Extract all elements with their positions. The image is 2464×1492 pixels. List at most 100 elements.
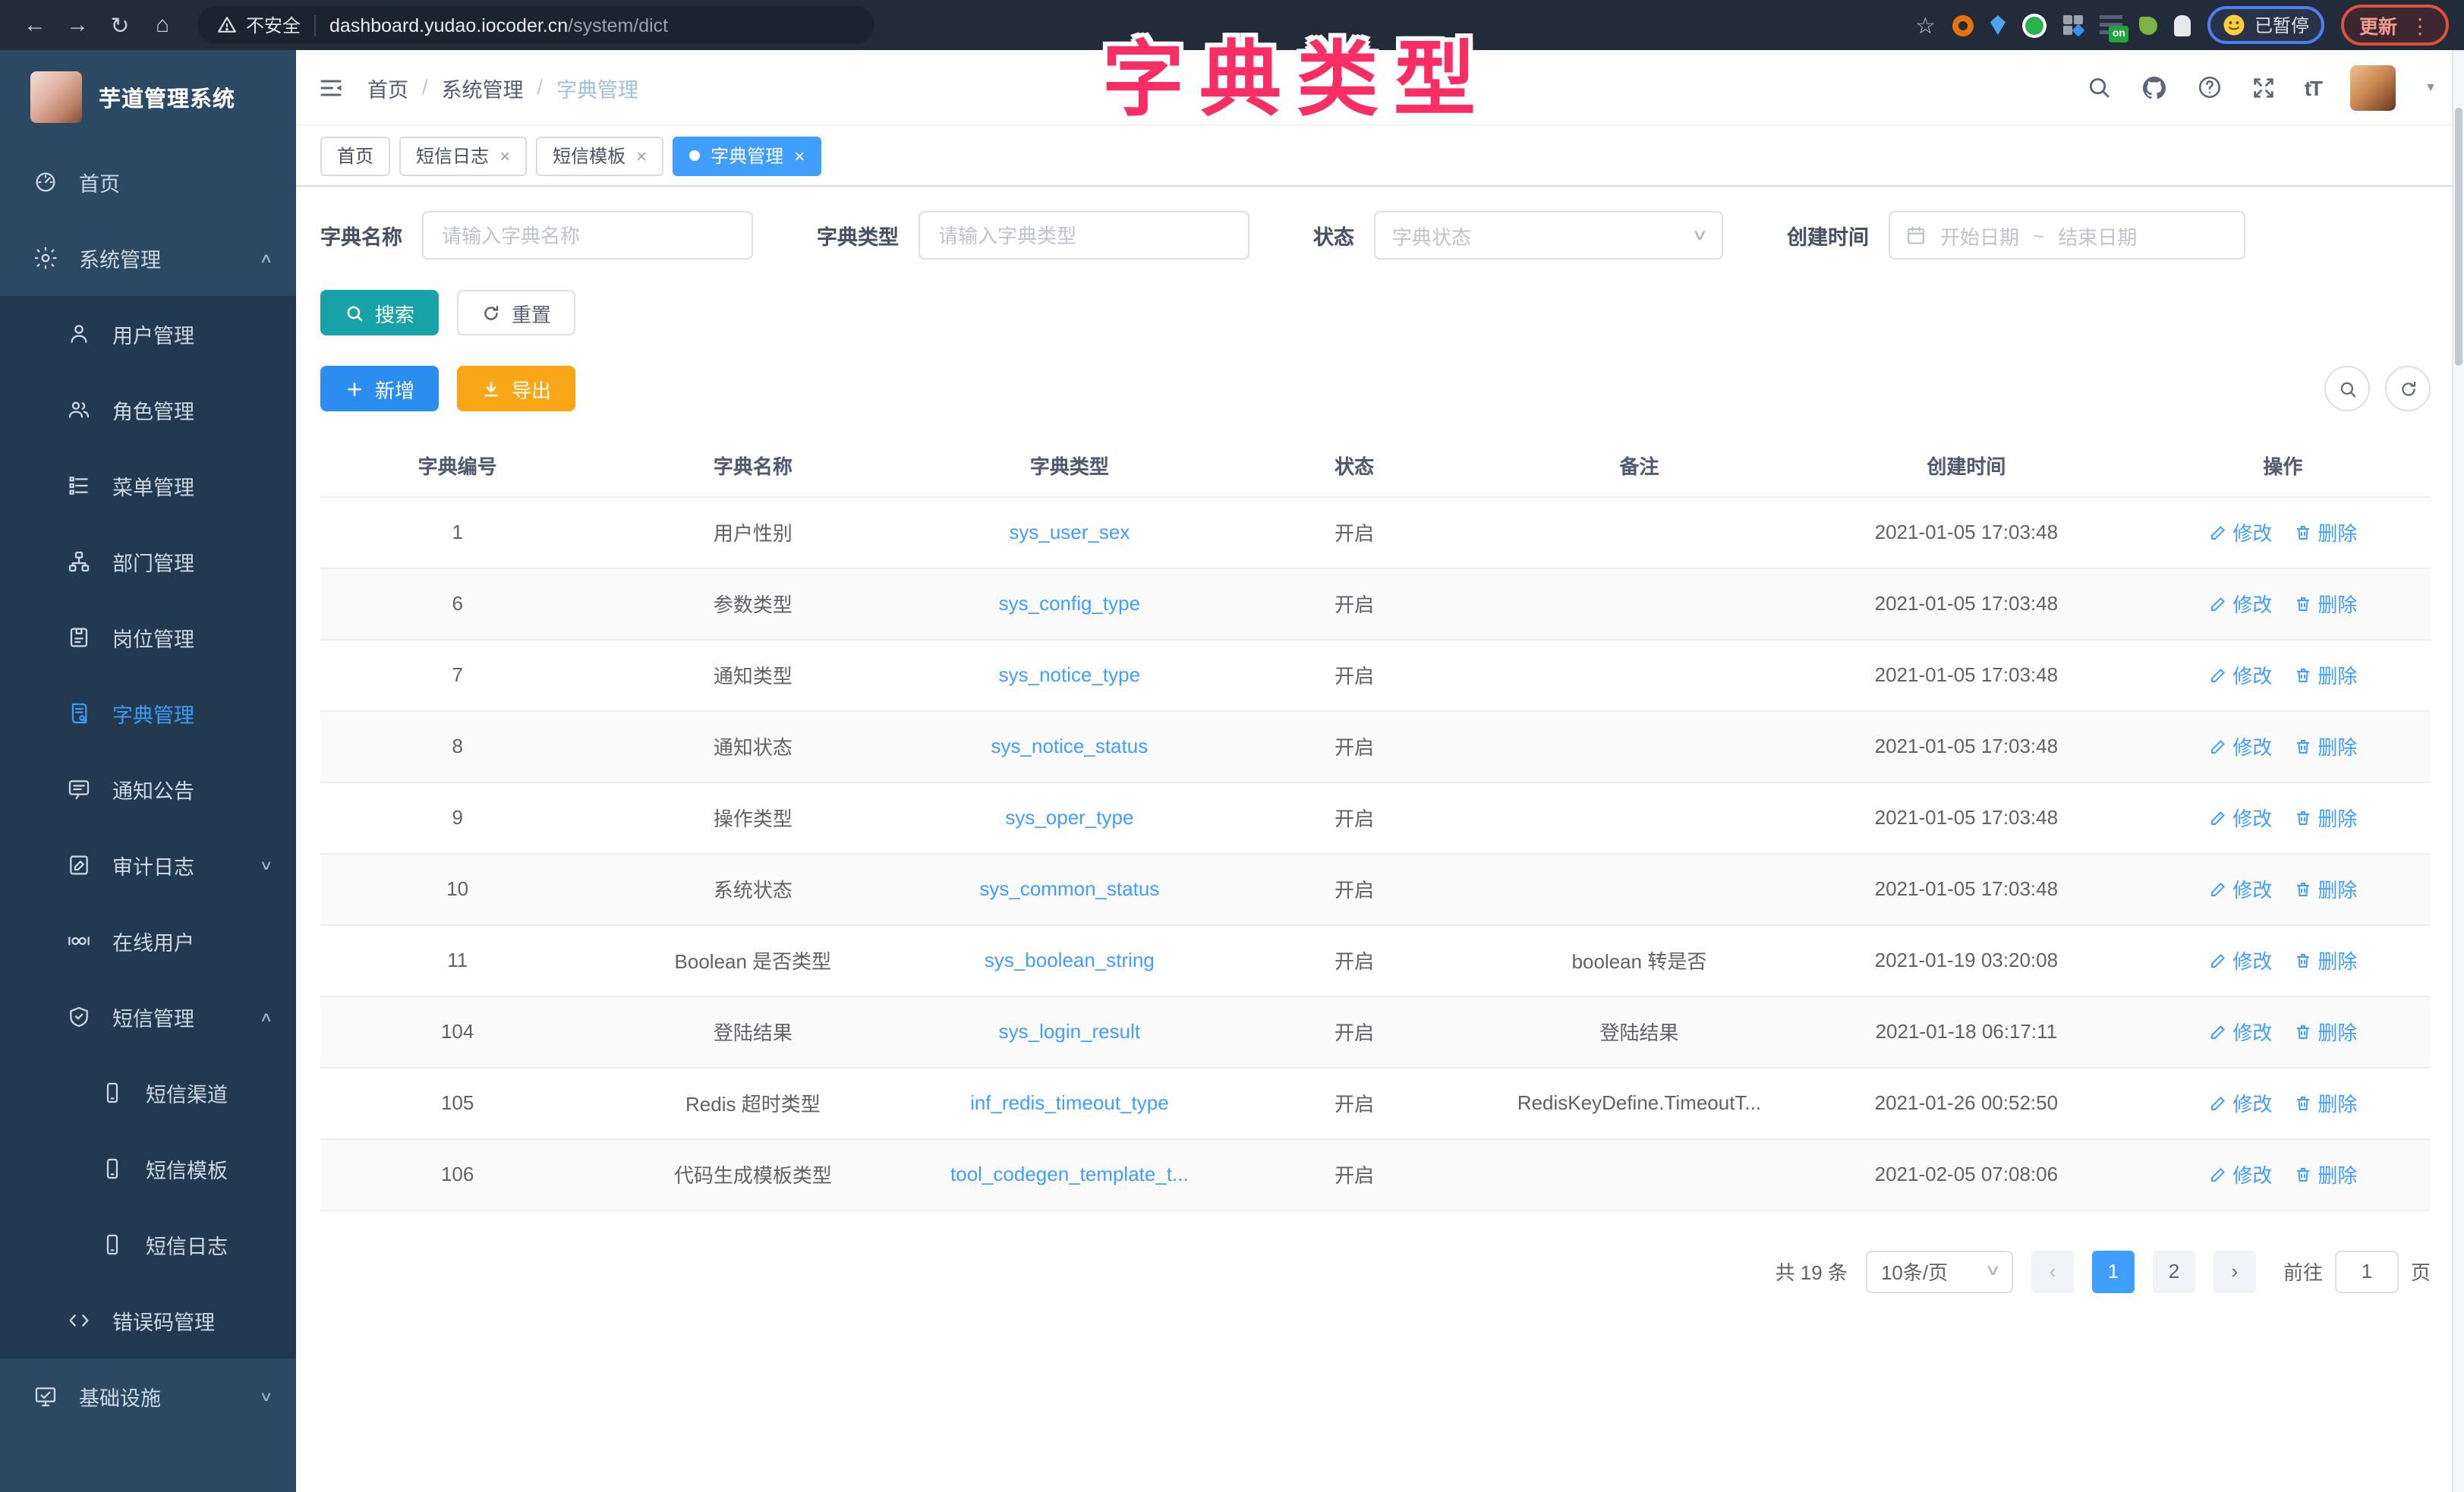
search-button[interactable]: 搜索 [320,290,439,335]
page-size-select[interactable]: 10条/页 ∨ [1866,1250,2013,1292]
tab-sms-template[interactable]: 短信模板 × [536,136,663,175]
dict-type-input[interactable] [918,211,1249,260]
extension-leaf-icon[interactable] [2139,16,2157,34]
edit-link[interactable]: 修改 [2208,589,2272,618]
refresh-table-button[interactable] [2385,366,2431,411]
page-1-button[interactable]: 1 [2092,1250,2135,1292]
page-2-button[interactable]: 2 [2153,1250,2195,1292]
extension-green-icon[interactable] [2022,13,2047,37]
delete-link[interactable]: 删除 [2293,660,2357,689]
browser-home-icon[interactable]: ⌂ [143,5,182,45]
paused-badge[interactable]: 已暂停 [2207,6,2324,44]
sidebar-item-sms-log[interactable]: 短信日志 [0,1207,296,1283]
extension-user-icon[interactable] [2174,14,2191,36]
help-icon[interactable] [2197,74,2223,100]
tab-home[interactable]: 首页 [320,136,390,175]
edit-link[interactable]: 修改 [2208,874,2272,903]
hide-search-button[interactable] [2324,366,2370,411]
browser-back-icon[interactable]: ← [15,5,55,45]
sidebar-item-menus[interactable]: 菜单管理 [0,448,296,524]
sidebar-item-error-codes[interactable]: 错误码管理 [0,1283,296,1358]
font-size-icon[interactable]: tT [2305,75,2321,99]
breadcrumb-home[interactable]: 首页 [367,72,408,102]
status-select[interactable]: 字典状态 ∨ [1374,211,1723,260]
update-button[interactable]: 更新 ⋮ [2341,5,2449,46]
close-icon[interactable]: × [499,146,510,165]
dict-type-link[interactable]: sys_common_status [979,877,1159,900]
edit-link[interactable]: 修改 [2208,660,2272,689]
sidebar-fold-icon[interactable] [317,74,345,101]
dict-type-link[interactable]: sys_oper_type [1005,806,1133,829]
browser-reload-icon[interactable]: ↻ [100,5,140,45]
fullscreen-icon[interactable] [2251,75,2276,99]
edit-link[interactable]: 修改 [2208,946,2272,974]
tab-dict-active[interactable]: 字典管理 × [673,136,821,175]
sidebar-item-infrastructure[interactable]: 基础设施 ∨ [0,1358,296,1434]
extension-gem-icon[interactable] [1990,15,2006,35]
page-scrollbar[interactable] [2452,50,2464,1492]
edit-link[interactable]: 修改 [2208,1160,2272,1188]
next-page-button[interactable]: › [2214,1250,2256,1292]
sidebar-item-home[interactable]: 首页 [0,144,296,220]
extension-orange-icon[interactable] [1952,14,1974,36]
edit-link[interactable]: 修改 [2208,1017,2272,1046]
sidebar-item-online-users[interactable]: 在线用户 [0,903,296,979]
sidebar-item-roles[interactable]: 角色管理 [0,372,296,448]
date-range-picker[interactable]: 开始日期 ~ 结束日期 [1889,211,2245,260]
delete-link[interactable]: 删除 [2293,518,2357,546]
close-icon[interactable]: × [636,146,647,165]
dict-type-link[interactable]: sys_login_result [999,1020,1140,1043]
delete-link[interactable]: 删除 [2293,1017,2357,1046]
add-button[interactable]: 新增 [320,366,439,411]
goto-page-input[interactable] [2335,1250,2399,1292]
edit-link[interactable]: 修改 [2208,518,2272,546]
sidebar-item-departments[interactable]: 部门管理 [0,524,296,600]
dict-type-link[interactable]: sys_notice_status [991,735,1149,757]
delete-link[interactable]: 删除 [2293,732,2357,760]
dict-name-input[interactable] [422,211,753,260]
tab-sms-log[interactable]: 短信日志 × [399,136,527,175]
reset-button[interactable]: 重置 [457,290,575,335]
sidebar-item-audit-log[interactable]: 审计日志 ∨ [0,827,296,903]
bookmark-star-icon[interactable]: ☆ [1915,11,1936,39]
logo[interactable]: 芋道管理系统 [0,50,296,144]
not-secure-warning[interactable]: 不安全 [217,12,301,38]
delete-link[interactable]: 删除 [2293,589,2357,618]
extension-switch-icon[interactable]: on [2100,15,2122,35]
dict-type-link[interactable]: sys_config_type [999,592,1140,615]
dict-type-link[interactable]: sys_user_sex [1009,521,1130,543]
dict-type-link[interactable]: sys_notice_type [999,663,1140,686]
close-icon[interactable]: × [794,146,805,165]
dict-type-link[interactable]: inf_redis_timeout_type [970,1091,1169,1114]
sidebar-item-posts[interactable]: 岗位管理 [0,600,296,675]
prev-page-button[interactable]: ‹ [2031,1250,2074,1292]
browser-menu-icon[interactable]: ⋮ [2409,14,2431,36]
delete-link[interactable]: 删除 [2293,1088,2357,1117]
github-icon[interactable] [2141,74,2168,101]
edit-link[interactable]: 修改 [2208,803,2272,832]
avatar-caret-icon[interactable]: ▼ [2425,80,2437,94]
browser-forward-icon[interactable]: → [58,5,97,45]
delete-link[interactable]: 删除 [2293,874,2357,903]
dict-type-link[interactable]: tool_codegen_template_t... [950,1163,1189,1185]
search-icon[interactable] [2086,74,2112,100]
sidebar-item-notices[interactable]: 通知公告 [0,751,296,827]
address-bar[interactable]: 不安全 dashboard.yudao.iocoder.cn/system/di… [197,6,874,44]
delete-link[interactable]: 删除 [2293,803,2357,832]
export-button[interactable]: 导出 [457,366,575,411]
edit-link[interactable]: 修改 [2208,1088,2272,1117]
dict-type-link[interactable]: sys_boolean_string [985,949,1155,971]
sidebar-item-sms-template[interactable]: 短信模板 [0,1131,296,1207]
extension-grid-icon[interactable] [2063,15,2083,35]
sidebar-item-system[interactable]: 系统管理 ∧ [0,220,296,296]
edit-link[interactable]: 修改 [2208,732,2272,760]
delete-link[interactable]: 删除 [2293,946,2357,974]
sidebar-item-users[interactable]: 用户管理 [0,296,296,372]
user-avatar[interactable] [2350,65,2396,110]
sidebar-item-dict[interactable]: 字典管理 [0,675,296,751]
sidebar-item-sms-channel[interactable]: 短信渠道 [0,1055,296,1131]
breadcrumb-system[interactable]: 系统管理 [442,72,524,102]
sidebar-item-sms[interactable]: 短信管理 ∧ [0,979,296,1055]
scrollbar-thumb[interactable] [2455,108,2462,366]
delete-link[interactable]: 删除 [2293,1160,2357,1188]
